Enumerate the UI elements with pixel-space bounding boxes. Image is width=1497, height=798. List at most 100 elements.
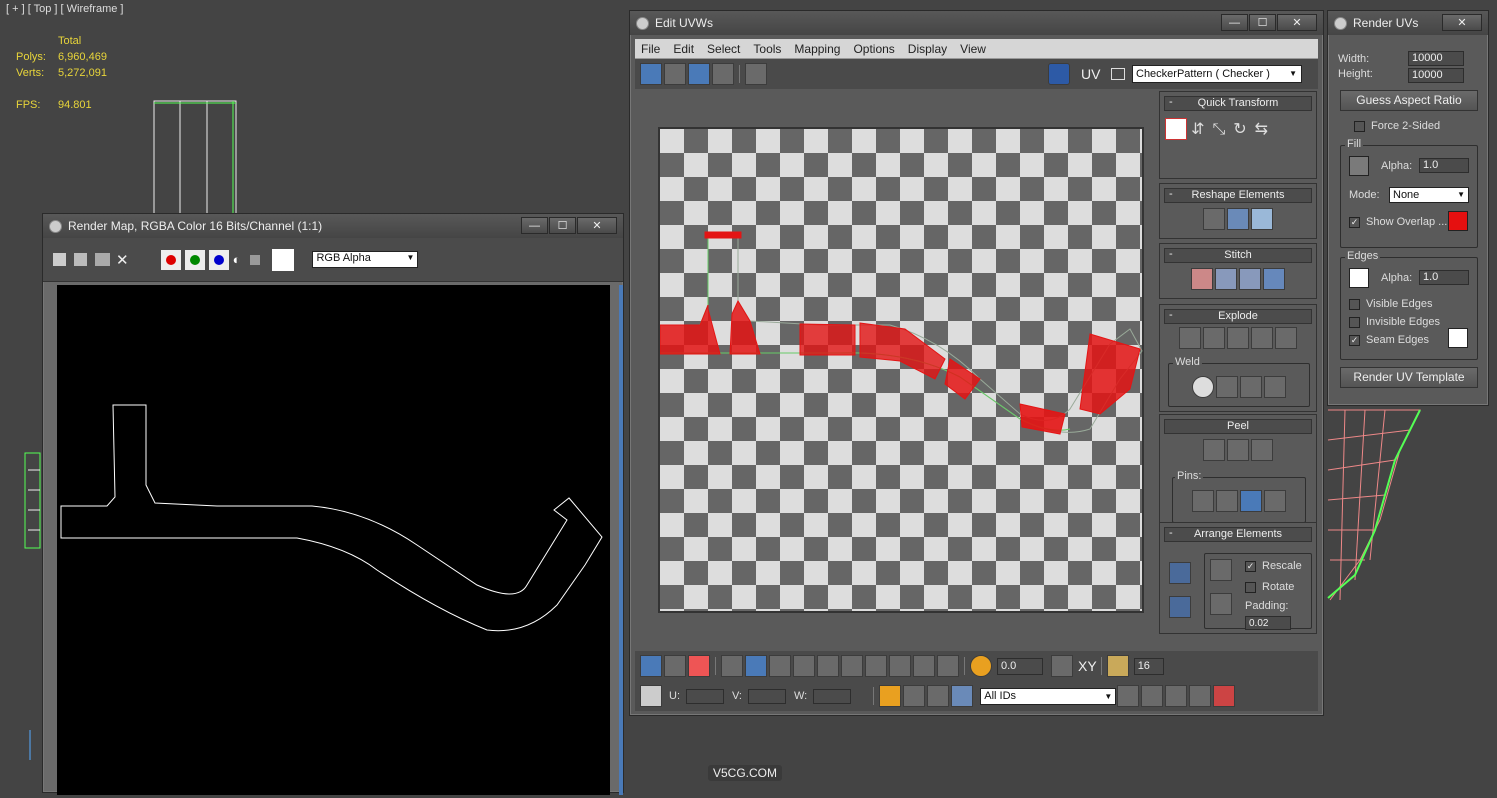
edge-color-swatch[interactable] [1349, 268, 1369, 288]
u-field[interactable] [686, 688, 724, 704]
peel-mode-icon[interactable] [1227, 439, 1249, 461]
lock-icon[interactable] [879, 685, 902, 707]
color-swatch[interactable] [272, 248, 295, 271]
close-button[interactable]: ✕ [1442, 14, 1482, 31]
freeze-icon[interactable] [927, 685, 950, 707]
soft-value-field[interactable]: 0.0 [997, 657, 1043, 675]
rescale-option[interactable]: ✓ Rescale [1245, 560, 1302, 572]
paint-shrink-icon[interactable] [937, 655, 959, 677]
flatten-icon[interactable] [1227, 327, 1249, 349]
red-channel-button[interactable] [160, 249, 181, 270]
render-uv-template-button[interactable]: Render UV Template [1340, 367, 1478, 388]
blue-channel-button[interactable] [208, 249, 229, 270]
falloff-icon[interactable] [1051, 655, 1073, 677]
mirror-icon[interactable] [745, 63, 767, 85]
grow-icon[interactable] [745, 655, 767, 677]
detach-icon[interactable] [1203, 327, 1225, 349]
width-field[interactable]: 10000 [1408, 51, 1464, 66]
snap-icon[interactable] [1106, 655, 1129, 677]
edge-alpha-field[interactable]: 1.0 [1419, 270, 1469, 285]
minimize-button[interactable]: — [521, 217, 548, 234]
stitch-b-icon[interactable] [1215, 268, 1237, 290]
shrink-icon[interactable] [769, 655, 791, 677]
menu-display[interactable]: Display [908, 42, 947, 56]
print-icon[interactable] [95, 253, 110, 266]
split-icon[interactable] [1275, 327, 1297, 349]
ring-grow-icon[interactable] [841, 655, 863, 677]
overlap-color-swatch[interactable] [1448, 211, 1468, 231]
v-field[interactable] [748, 688, 786, 704]
grid-value-field[interactable]: 16 [1133, 657, 1164, 675]
map-select[interactable]: CheckerPattern ( Checker ) ▼ [1132, 65, 1302, 83]
w-field[interactable] [813, 688, 852, 704]
mode-select[interactable]: None ▼ [1389, 187, 1469, 203]
height-field[interactable]: 10000 [1408, 68, 1464, 83]
stitch-c-icon[interactable] [1239, 268, 1261, 290]
menu-edit[interactable]: Edit [673, 42, 694, 56]
pan-icon[interactable] [1117, 685, 1140, 707]
copy-icon[interactable] [74, 253, 87, 266]
xy-label[interactable]: XY [1078, 658, 1097, 674]
ring-shrink-icon[interactable] [865, 655, 887, 677]
clear-icon[interactable]: ✕ [116, 251, 129, 269]
sphere-icon[interactable] [1251, 327, 1273, 349]
id-filter-select[interactable]: All IDs ▼ [980, 687, 1117, 705]
guess-aspect-button[interactable]: Guess Aspect Ratio [1340, 90, 1478, 111]
absolute-offset-icon[interactable] [640, 685, 662, 707]
zoom-extents-icon[interactable] [1189, 685, 1212, 707]
face-mode-icon[interactable] [688, 655, 710, 677]
padding-field[interactable]: 0.02 [1245, 616, 1291, 630]
save-icon[interactable] [53, 253, 66, 266]
menu-tools[interactable]: Tools [753, 42, 781, 56]
break-icon[interactable] [1179, 327, 1201, 349]
edit-uvw-titlebar[interactable]: Edit UVWs — ☐ ✕ [630, 11, 1323, 35]
pin-select-icon[interactable] [1264, 490, 1286, 512]
render-map-titlebar[interactable]: Render Map, RGBA Color 16 Bits/Channel (… [43, 214, 623, 238]
magnet-icon[interactable] [1213, 685, 1236, 707]
stitch-header[interactable]: - Stitch [1164, 248, 1312, 263]
fill-color-swatch[interactable] [1349, 156, 1369, 176]
render-uvs-titlebar[interactable]: Render UVs ✕ [1328, 11, 1488, 35]
reset-peel-icon[interactable] [1251, 439, 1273, 461]
unpin-icon[interactable] [1216, 490, 1238, 512]
mono-icon[interactable] [250, 254, 261, 265]
list-icon[interactable] [1111, 68, 1125, 80]
vertex-mode-icon[interactable] [640, 655, 662, 677]
seam-color-swatch[interactable] [1448, 328, 1468, 348]
straighten-icon[interactable] [1203, 208, 1225, 230]
pack-together-icon[interactable] [1210, 593, 1232, 615]
close-button[interactable]: ✕ [1277, 14, 1317, 31]
weld-selected-icon[interactable] [1216, 376, 1238, 398]
loop-icon[interactable] [793, 655, 815, 677]
green-channel-button[interactable] [184, 249, 205, 270]
menu-file[interactable]: File [641, 42, 660, 56]
stitch-a-icon[interactable] [1191, 268, 1213, 290]
pin-icon[interactable] [1192, 490, 1214, 512]
force-2-sided[interactable]: Force 2-Sided [1354, 120, 1440, 132]
invisible-edges-option[interactable]: Invisible Edges [1349, 316, 1440, 328]
auto-pin-icon[interactable] [1240, 490, 1262, 512]
stitch-d-icon[interactable] [1263, 268, 1285, 290]
fill-alpha-field[interactable]: 1.0 [1419, 158, 1469, 173]
circle-icon[interactable] [1251, 208, 1273, 230]
zoom-icon[interactable] [1141, 685, 1164, 707]
freeform-icon[interactable] [712, 63, 734, 85]
scale-icon[interactable] [688, 63, 710, 85]
rotate-icon[interactable] [664, 63, 686, 85]
quick-peel-icon[interactable] [1203, 439, 1225, 461]
weld-all-icon[interactable] [1240, 376, 1262, 398]
pack-icon[interactable] [1210, 559, 1232, 581]
rotate-option[interactable]: Rotate [1245, 581, 1294, 593]
menu-mapping[interactable]: Mapping [794, 42, 840, 56]
zoom-region-icon[interactable] [1165, 685, 1188, 707]
maximize-button[interactable]: ☐ [1249, 14, 1276, 31]
explode-header[interactable]: - Explode [1164, 309, 1312, 324]
hide-icon[interactable] [903, 685, 926, 707]
relax-icon[interactable] [1227, 208, 1249, 230]
arrange-header[interactable]: - Arrange Elements [1164, 527, 1312, 542]
menu-select[interactable]: Select [707, 42, 740, 56]
soft-select-icon[interactable] [970, 655, 992, 677]
snowflake-icon[interactable] [951, 685, 974, 707]
ring-icon[interactable] [817, 655, 839, 677]
pack-custom-icon[interactable] [1169, 562, 1191, 584]
